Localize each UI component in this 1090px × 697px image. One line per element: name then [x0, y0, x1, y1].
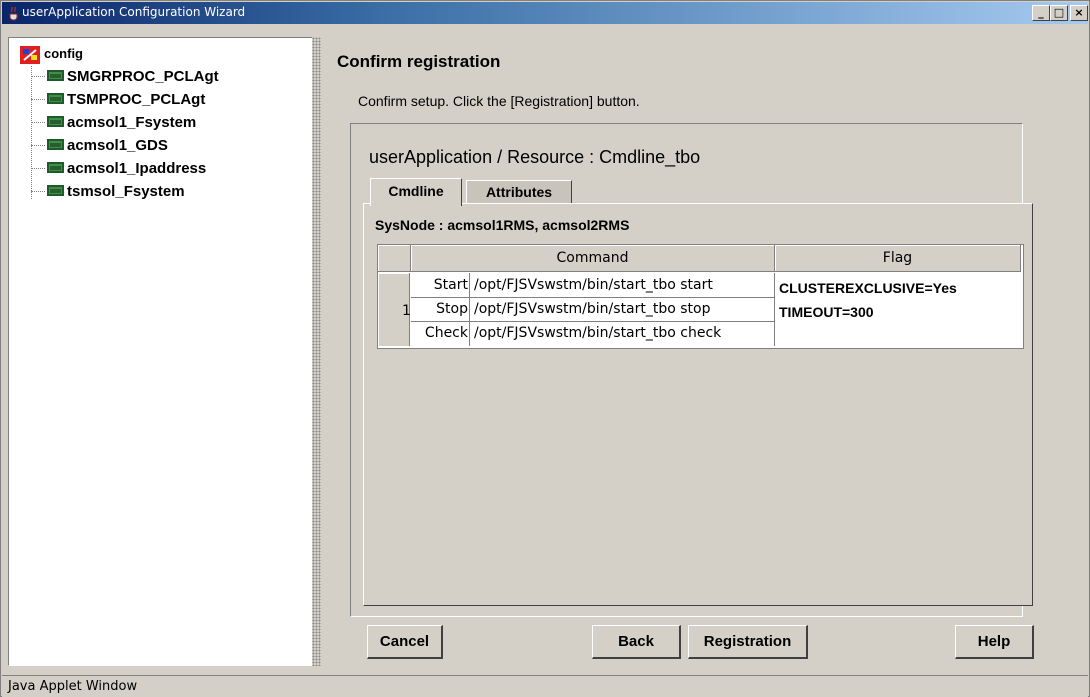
resource-chip-icon — [47, 116, 64, 127]
command-table[interactable]: Command Flag 1 Start /opt/FJSVswstm/bin/… — [377, 244, 1024, 349]
resource-chip-icon — [47, 70, 64, 81]
flag-value[interactable]: CLUSTEREXCLUSIVE=Yes — [779, 280, 957, 296]
page-title: Confirm registration — [337, 52, 501, 71]
tree-connector — [31, 66, 32, 199]
resource-chip-icon — [47, 162, 64, 173]
resource-chip-icon — [47, 93, 64, 104]
command-type-cell: Stop — [436, 301, 468, 317]
status-bar: Java Applet Window — [2, 675, 1088, 697]
command-path-cell[interactable]: /opt/FJSVswstm/bin/start_tbo stop — [474, 301, 711, 317]
minimize-button[interactable]: _ — [1032, 5, 1050, 21]
cancel-button[interactable]: Cancel — [367, 625, 443, 659]
config-root-icon — [20, 46, 40, 64]
command-type-cell: Check — [424, 325, 468, 341]
tree-item-label: TSMPROC_PCLAgt — [67, 91, 206, 108]
row-header-corner — [378, 245, 411, 272]
instruction-text: Confirm setup. Click the [Registration] … — [358, 93, 640, 109]
resource-chip-icon — [47, 185, 64, 196]
back-button[interactable]: Back — [592, 625, 681, 659]
status-text: Java Applet Window — [8, 679, 138, 694]
command-type-cell: Start — [433, 277, 468, 293]
java-cup-icon — [9, 6, 19, 21]
resource-chip-icon — [47, 139, 64, 150]
maximize-button[interactable]: □ — [1050, 5, 1068, 21]
application-window: userApplication Configuration Wizard _ □… — [0, 0, 1090, 697]
close-button[interactable]: × — [1070, 5, 1088, 21]
tab-cmdline[interactable]: Cmdline — [370, 178, 462, 206]
registration-button[interactable]: Registration — [688, 625, 808, 659]
resource-name-line: userApplication / Resource : Cmdline_tbo — [369, 147, 701, 167]
tab-attributes[interactable]: Attributes — [466, 180, 572, 203]
window-title: userApplication Configuration Wizard — [22, 5, 246, 19]
tree-item-label: acmsol1_Ipaddress — [67, 160, 207, 177]
row-number: 1 — [402, 303, 411, 319]
title-bar[interactable]: userApplication Configuration Wizard _ □… — [2, 2, 1088, 24]
help-button[interactable]: Help — [955, 625, 1034, 659]
tree-item-label: tsmsol_Fsystem — [67, 183, 185, 200]
tree-root-label: config — [44, 46, 83, 61]
tree-item-label: acmsol1_GDS — [67, 137, 168, 154]
tree-item-label: SMGRPROC_PCLAgt — [67, 68, 219, 85]
command-path-cell[interactable]: /opt/FJSVswstm/bin/start_tbo start — [474, 277, 713, 293]
column-header-flag[interactable]: Flag — [775, 245, 1021, 272]
configuration-tree[interactable]: config SMGRPROC_PCLAgt TSMPROC_PCLAgt ac… — [8, 37, 313, 666]
pane-splitter[interactable] — [312, 37, 321, 666]
column-header-command[interactable]: Command — [411, 245, 775, 272]
command-path-cell[interactable]: /opt/FJSVswstm/bin/start_tbo check — [474, 325, 721, 341]
sysnode-label: SysNode : acmsol1RMS, acmsol2RMS — [375, 217, 630, 233]
tree-item-label: acmsol1_Fsystem — [67, 114, 197, 131]
flag-value[interactable]: TIMEOUT=300 — [779, 304, 874, 320]
